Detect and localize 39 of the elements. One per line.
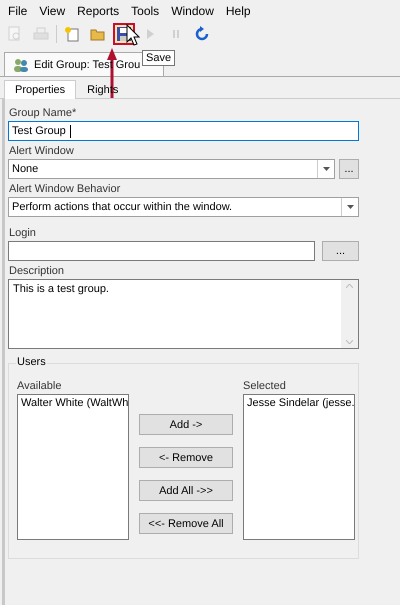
- menu-item[interactable]: Window: [165, 4, 220, 18]
- group-title: Users: [16, 356, 47, 368]
- browse-button[interactable]: ...: [339, 159, 359, 179]
- dropdown-arrow-icon: [346, 205, 354, 209]
- mouse-pointer-icon: [126, 24, 140, 46]
- transfer-button[interactable]: <- Remove: [139, 447, 233, 468]
- printer-icon: [33, 26, 49, 42]
- field-label: Alert Window: [9, 145, 75, 157]
- tooltip: Save: [142, 50, 176, 66]
- new-page-icon: [64, 26, 80, 42]
- list-label: Available: [17, 380, 62, 392]
- dropdown-arrow-icon: [322, 167, 330, 171]
- scroll-down-icon: [346, 340, 353, 344]
- menu-item[interactable]: Reports: [71, 4, 126, 18]
- field-label: Description: [9, 265, 66, 277]
- menu-item[interactable]: View: [33, 4, 72, 18]
- selected-list[interactable]: Jesse Sindelar (jesse.: [243, 394, 355, 540]
- available-list[interactable]: Walter White (WaltWh: [17, 394, 129, 540]
- group-name-field[interactable]: Test Group: [8, 121, 359, 141]
- alert-window-dropdown[interactable]: None: [8, 159, 335, 179]
- tab[interactable]: Properties: [4, 80, 76, 99]
- login-field[interactable]: [8, 241, 315, 261]
- description-field[interactable]: This is a test group.: [8, 279, 359, 349]
- browse-button[interactable]: ...: [322, 241, 359, 261]
- menu-item[interactable]: File: [2, 4, 34, 18]
- transfer-button[interactable]: Add All ->>: [139, 480, 233, 501]
- field-label: Group Name*: [9, 107, 78, 119]
- refresh-icon: [194, 26, 210, 42]
- transfer-button[interactable]: <<- Remove All: [139, 513, 233, 534]
- list-label: Selected: [243, 380, 287, 392]
- users-icon: [13, 58, 29, 72]
- field-label: Login: [9, 227, 37, 239]
- field-label: Alert Window Behavior: [9, 183, 122, 195]
- transfer-button[interactable]: Add ->: [139, 414, 233, 435]
- menu-item[interactable]: Tools: [125, 4, 166, 18]
- behavior-dropdown[interactable]: Perform actions that occur within the window.: [8, 197, 359, 217]
- scroll-up-icon: [346, 284, 353, 288]
- list-item[interactable]: Jesse Sindelar (jesse.: [247, 397, 351, 409]
- menu-item[interactable]: Help: [220, 4, 257, 18]
